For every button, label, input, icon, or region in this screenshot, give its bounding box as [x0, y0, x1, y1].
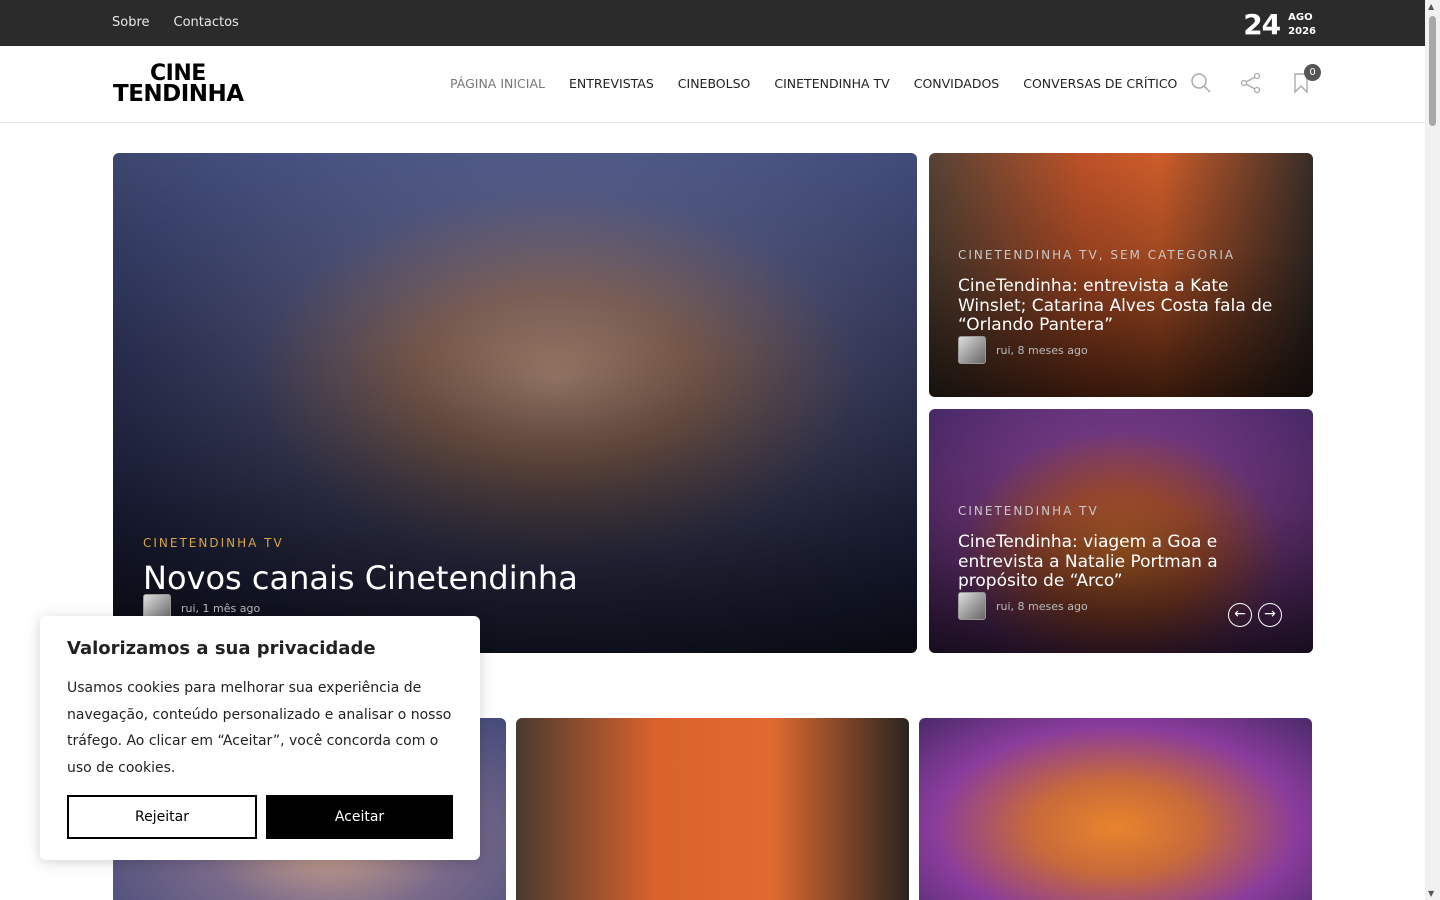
- featured-side-category-2[interactable]: CINETENDINHA TV: [958, 504, 1099, 518]
- post-thumbnail-image-3: [919, 718, 1312, 900]
- avatar: [958, 592, 986, 620]
- featured-side-meta-2: rui, 8 meses ago: [958, 592, 1088, 620]
- date-widget: 24 AGO 2026: [1243, 8, 1316, 41]
- cookie-title: Valorizamos a sua privacidade: [67, 638, 376, 659]
- nav-entrevistas[interactable]: ENTREVISTAS: [569, 76, 654, 91]
- featured-main-category[interactable]: CINETENDINHA TV: [143, 536, 284, 550]
- featured-main-card[interactable]: CINETENDINHA TV Novos canais Cinetendinh…: [113, 153, 917, 653]
- top-link-sobre[interactable]: Sobre: [112, 15, 150, 30]
- logo-line-2: TENDINHA: [113, 81, 244, 107]
- nav-cinetendinha-tv[interactable]: CINETENDINHA TV: [774, 76, 889, 91]
- date-year: 2026: [1288, 25, 1316, 37]
- cookie-consent-dialog: Valorizamos a sua privacidade Usamos coo…: [40, 616, 480, 860]
- top-links: Sobre Contactos: [112, 15, 239, 30]
- post-thumbnail-image-2: [516, 718, 909, 900]
- share-icon[interactable]: [1240, 72, 1262, 94]
- scroll-up-icon[interactable]: ▲: [1428, 2, 1434, 11]
- scrollbar-thumb[interactable]: [1429, 16, 1436, 126]
- date-day: 24: [1243, 8, 1281, 41]
- site-logo[interactable]: CINE TENDINHA: [113, 63, 244, 107]
- main-nav: PÁGINA INICIAL ENTREVISTAS CINEBOLSO CIN…: [450, 76, 1177, 91]
- accept-button[interactable]: Aceitar: [266, 795, 453, 839]
- search-icon[interactable]: [1190, 72, 1212, 94]
- arrow-right-icon[interactable]: →: [1258, 603, 1282, 627]
- featured-side-title-1[interactable]: CineTendinha: entrevista a Kate Winslet;…: [958, 276, 1288, 336]
- post-thumbnail-3[interactable]: [919, 718, 1312, 900]
- scroll-down-icon[interactable]: ▼: [1428, 889, 1434, 898]
- cookie-text: Usamos cookies para melhorar sua experiê…: [67, 680, 452, 776]
- nav-convidados[interactable]: CONVIDADOS: [914, 76, 1000, 91]
- reject-button[interactable]: Rejeitar: [67, 795, 257, 839]
- cookie-buttons: Rejeitar Aceitar: [67, 795, 453, 839]
- nav-pagina-inicial[interactable]: PÁGINA INICIAL: [450, 76, 545, 91]
- featured-side-card-1[interactable]: CINETENDINHA TV, SEM CATEGORIA CineTendi…: [929, 153, 1313, 397]
- featured-side-category-1[interactable]: CINETENDINHA TV, SEM CATEGORIA: [958, 248, 1235, 262]
- bookmark-count-badge: 0: [1304, 64, 1321, 81]
- featured-side-meta-1: rui, 8 meses ago: [958, 336, 1088, 364]
- header-icons: 0: [1190, 64, 1321, 94]
- date-month-year: AGO 2026: [1288, 11, 1316, 39]
- featured-main-title[interactable]: Novos canais Cinetendinha: [143, 560, 578, 597]
- nav-cinebolso[interactable]: CINEBOLSO: [678, 76, 751, 91]
- featured-side-title-2[interactable]: CineTendinha: viagem a Goa e entrevista …: [958, 532, 1278, 592]
- nav-conversas-de-critico[interactable]: CONVERSAS DE CRÍTICO: [1023, 76, 1177, 91]
- top-bar: Sobre Contactos 24 AGO 2026: [0, 0, 1425, 46]
- avatar: [958, 336, 986, 364]
- top-link-contactos[interactable]: Contactos: [174, 15, 239, 30]
- slider-arrows: ← →: [1228, 603, 1282, 627]
- site-header: CINE TENDINHA PÁGINA INICIAL ENTREVISTAS…: [0, 46, 1425, 123]
- page-scrollbar[interactable]: ▲ ▼: [1425, 0, 1440, 900]
- featured-side-author-date-1: rui, 8 meses ago: [996, 343, 1088, 357]
- bookmark-icon[interactable]: 0: [1290, 64, 1321, 94]
- date-month: AGO: [1288, 11, 1313, 23]
- featured-main-author-date: rui, 1 mês ago: [181, 601, 261, 615]
- featured-side-author-date-2: rui, 8 meses ago: [996, 599, 1088, 613]
- post-thumbnail-2[interactable]: [516, 718, 909, 900]
- arrow-left-icon[interactable]: ←: [1228, 603, 1252, 627]
